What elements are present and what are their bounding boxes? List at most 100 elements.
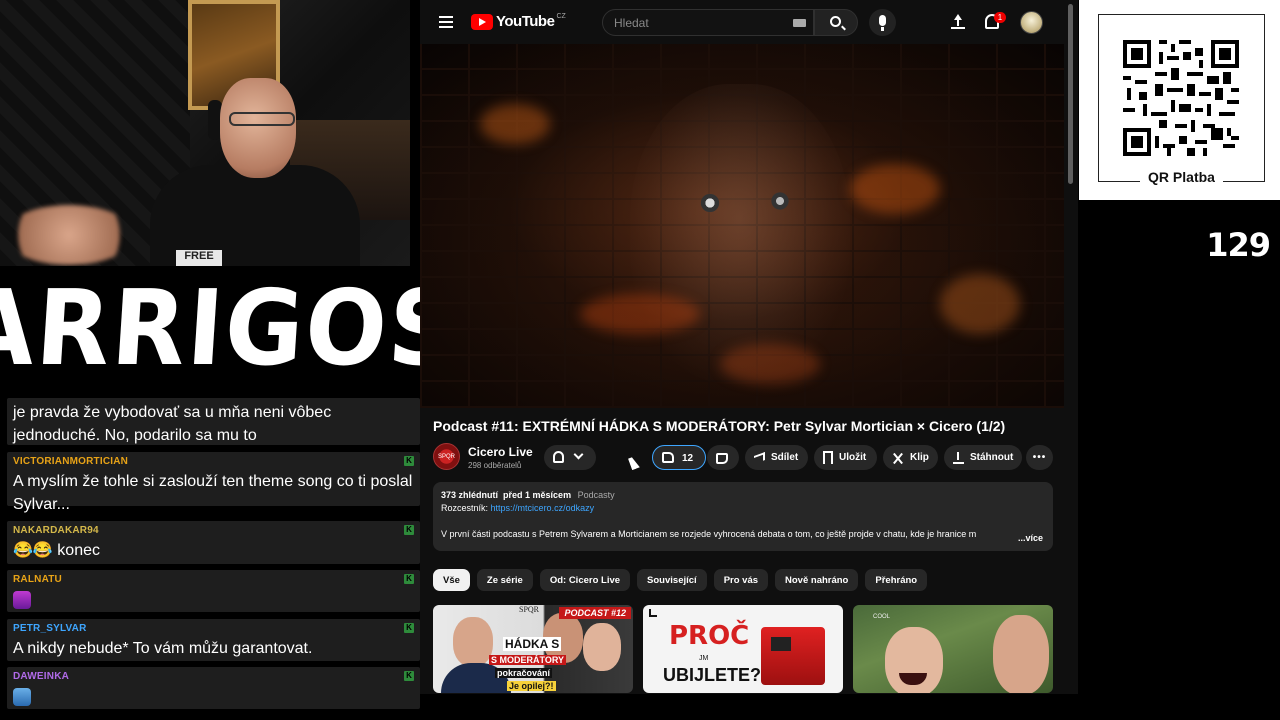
filter-chips: Vše Ze série Od: Cicero Live Související… <box>433 569 928 591</box>
mouse-cursor-icon <box>628 455 640 471</box>
mic-stand <box>881 27 884 31</box>
chat-overlay: je pravda že vybodovať sa u mňa neni vôb… <box>0 390 422 720</box>
dislike-button[interactable] <box>707 445 739 470</box>
clip-label: Klip <box>910 452 929 463</box>
chat-message: je pravda že vybodovať sa u mňa neni vôb… <box>7 398 420 445</box>
shirt-print: FREE <box>176 250 222 266</box>
scrollbar[interactable] <box>1068 4 1073 184</box>
chat-message: VICTORIANMORTICIAN A myslím že tohle si … <box>7 452 420 513</box>
video-player[interactable] <box>420 44 1064 408</box>
description-link-row: Rozcestník: https://mtcicero.cz/odkazy <box>441 503 1045 513</box>
chip-watched[interactable]: Přehráno <box>865 569 928 591</box>
recommendation-thumbnail[interactable]: SPQR PODCAST #12 HÁDKA S S MODERÁTORY po… <box>433 605 633 693</box>
qr-label: QR Platba <box>1098 169 1265 187</box>
clip-button[interactable]: Klip <box>883 445 938 470</box>
thumbs-down-icon <box>716 453 728 464</box>
share-label: Sdílet <box>771 452 799 463</box>
show-more-button[interactable]: ...více <box>1013 533 1043 543</box>
thumb-person <box>453 617 493 667</box>
scissors-icon <box>892 452 904 464</box>
ember-glow <box>720 344 820 384</box>
qr-panel: QR Platba <box>1079 0 1280 200</box>
subscription-bell-button[interactable] <box>544 445 596 470</box>
description-text: V první části podcastu s Petrem Sylvarem… <box>441 529 977 539</box>
search-icon <box>830 16 841 27</box>
download-label: Stáhnout <box>970 452 1014 463</box>
more-actions-button[interactable]: ••• <box>1026 445 1053 470</box>
emote-icon <box>13 687 31 706</box>
youtube-window: YouTube CZ 1 <box>420 0 1078 694</box>
search-button[interactable] <box>814 9 858 36</box>
description-meta: 373 zhlédnutí před 1 měsícem Podcasty <box>441 490 1045 500</box>
share-button[interactable]: Sdílet <box>745 445 808 470</box>
download-button[interactable]: Stáhnout <box>944 445 1022 470</box>
ember-glow <box>850 164 940 214</box>
kick-badge-icon: K <box>404 456 414 466</box>
thumbs-up-icon <box>662 452 674 463</box>
thumb-spqr: SPQR <box>519 605 540 614</box>
thumb-person <box>583 623 621 671</box>
chat-emote-row <box>13 685 414 708</box>
thumb-text: pokračování <box>495 668 553 678</box>
ember-glow <box>480 104 550 144</box>
account-avatar[interactable] <box>1020 11 1043 34</box>
chat-text: A myslím že tohle si zaslouží ten theme … <box>13 473 413 513</box>
notification-badge: 1 <box>994 12 1006 23</box>
chat-text: 😂😂 konec <box>13 542 100 559</box>
kick-badge-icon: K <box>404 623 414 633</box>
youtube-wordmark: YouTube <box>496 13 555 30</box>
recommendation-thumbnail[interactable]: PROČ JM UBIJLETE? <box>643 605 843 693</box>
save-label: Uložit <box>839 452 867 463</box>
category-tag[interactable]: Podcasty <box>578 490 615 500</box>
search-box <box>602 9 814 36</box>
glasses <box>229 112 295 126</box>
description-link[interactable]: https://mtcicero.cz/odkazy <box>491 503 595 513</box>
ember-glow <box>580 294 700 334</box>
upload-date: před 1 měsícem <box>503 490 572 500</box>
thumb-text: PROČ <box>669 621 750 651</box>
chip-all[interactable]: Vše <box>433 569 470 591</box>
channel-name[interactable]: Cicero Live <box>468 445 533 459</box>
chip-from-channel[interactable]: Od: Cicero Live <box>539 569 631 591</box>
chip-related[interactable]: Související <box>637 569 707 591</box>
menu-icon[interactable] <box>439 16 453 28</box>
chip-series[interactable]: Ze série <box>476 569 533 591</box>
youtube-header: YouTube CZ 1 <box>420 0 1078 44</box>
chevron-down-icon <box>573 449 584 460</box>
view-count: 373 zhlédnutí <box>441 490 499 500</box>
chat-message: PETR_SYLVAR A nikdy nebude* To vám můžu … <box>7 619 420 661</box>
chip-recently-uploaded[interactable]: Nově nahráno <box>775 569 859 591</box>
like-button[interactable]: 12 <box>652 445 706 470</box>
video-eye-right <box>768 192 792 210</box>
thumb-text: S MODERÁTORY <box>489 655 567 665</box>
ember-glow <box>940 274 1020 334</box>
description-box[interactable]: 373 zhlédnutí před 1 měsícem Podcasty Ro… <box>433 482 1053 551</box>
chat-text: je pravda že vybodovať sa u mňa neni vôb… <box>13 404 332 444</box>
recommendation-thumbnail[interactable]: COOL <box>853 605 1053 693</box>
youtube-logo[interactable]: YouTube CZ <box>471 13 566 30</box>
keyboard-icon[interactable] <box>793 19 806 27</box>
video-eye-left <box>698 194 722 212</box>
channel-avatar[interactable]: SPQR <box>433 443 460 470</box>
thumb-watermark: COOL <box>873 614 891 620</box>
chat-username: VICTORIANMORTICIAN <box>13 456 129 467</box>
chat-username: PETR_SYLVAR <box>13 623 87 634</box>
viewer-count: 129 <box>1206 226 1271 264</box>
chip-for-you[interactable]: Pro vás <box>713 569 769 591</box>
voice-search-button[interactable] <box>869 9 896 36</box>
thumb-text: UBIJLETE? <box>663 665 762 685</box>
thumb-text: HÁDKA S <box>503 637 562 651</box>
create-shaft <box>957 19 959 26</box>
search-input[interactable] <box>603 10 773 35</box>
mic-icon <box>879 15 886 26</box>
thumb-welder-image <box>761 627 825 685</box>
save-button[interactable]: Uložit <box>814 445 877 470</box>
thumb-badge: PODCAST #12 <box>559 607 631 619</box>
channel-logo: ARRIGOS <box>0 266 463 390</box>
thumb-check-mark <box>649 609 657 617</box>
create-icon[interactable] <box>951 14 965 30</box>
chat-text: A nikdy nebude* To vám můžu garantovat. <box>13 640 313 657</box>
chat-username: DAWEINKA <box>13 671 70 682</box>
share-icon <box>754 451 765 464</box>
kick-badge-icon: K <box>404 574 414 584</box>
